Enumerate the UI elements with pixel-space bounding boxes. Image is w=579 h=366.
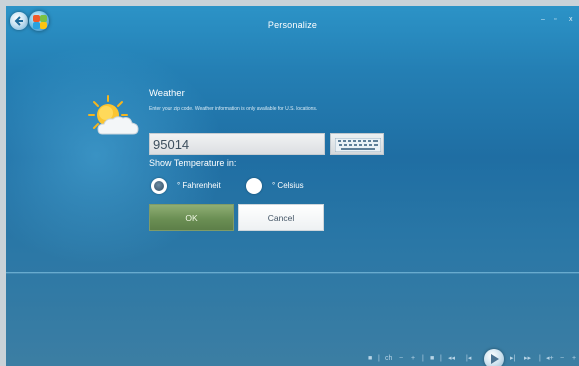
volume-up-button[interactable]: + [572, 355, 576, 363]
transport-separator: | [440, 355, 442, 362]
previous-button[interactable]: |◂ [466, 355, 471, 363]
transport-separator: | [378, 355, 380, 362]
radio-selected-indicator[interactable] [151, 178, 167, 194]
title-bar: Personalize – ▫ x [6, 6, 579, 44]
next-button[interactable]: ▸| [510, 355, 515, 363]
restore-button[interactable]: ▫ [554, 16, 556, 23]
mute-button[interactable]: ◂+ [546, 355, 554, 363]
fahrenheit-label: ° Fahrenheit [177, 181, 221, 190]
volume-down-button[interactable]: − [560, 355, 564, 363]
rewind-button[interactable]: ◂◂ [448, 355, 455, 363]
celsius-label: ° Celsius [272, 181, 304, 190]
window-title: Personalize [267, 20, 318, 30]
channel-down-button[interactable]: − [399, 355, 403, 363]
radio-unselected-indicator[interactable] [246, 178, 262, 194]
weather-heading: Weather [149, 88, 185, 99]
weather-sun-cloud-icon [88, 95, 139, 135]
transport-separator: ■ [368, 355, 373, 362]
transport-separator: | [422, 355, 424, 362]
transport-controls: ■ | ch − + | ■ | ◂◂ |◂ ▸| ▸▸ | ◂+ − + [366, 349, 579, 366]
weather-description: Enter your zip code. Weather information… [149, 106, 318, 112]
content-divider [6, 272, 579, 274]
keyboard-icon [335, 138, 381, 152]
cancel-button[interactable]: Cancel [238, 204, 324, 231]
show-temperature-label: Show Temperature in: [149, 158, 237, 168]
close-button[interactable]: x [569, 16, 573, 23]
transport-separator: | [539, 355, 541, 362]
channel-label: ch [385, 355, 393, 362]
celsius-radio[interactable]: ° Celsius [246, 177, 326, 195]
channel-up-button[interactable]: + [411, 355, 415, 363]
zip-code-input[interactable] [149, 133, 325, 155]
ok-button[interactable]: OK [149, 204, 234, 231]
on-screen-keyboard-button[interactable] [330, 133, 384, 155]
minimize-button[interactable]: – [541, 16, 545, 23]
stop-button[interactable]: ■ [430, 355, 434, 363]
play-button[interactable] [484, 349, 504, 366]
fahrenheit-radio[interactable]: ° Fahrenheit [151, 177, 261, 195]
background-glow [6, 46, 226, 266]
media-center-window: Personalize – ▫ x Weather Enter your zip… [6, 6, 579, 366]
fast-forward-button[interactable]: ▸▸ [524, 355, 531, 363]
